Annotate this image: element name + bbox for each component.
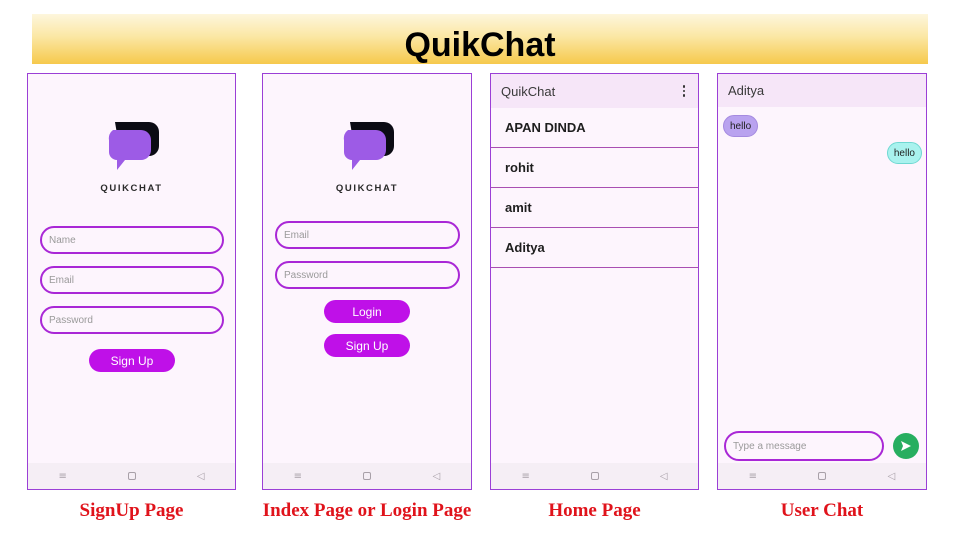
password-placeholder: Password bbox=[284, 269, 328, 281]
system-navbar: ≡ ◁ bbox=[718, 463, 926, 489]
contact-name: Aditya bbox=[728, 83, 765, 98]
nav-menu-icon[interactable]: ≡ bbox=[521, 471, 529, 482]
nav-back-icon[interactable]: ◁ bbox=[660, 471, 668, 482]
incoming-message-text: hello bbox=[730, 120, 752, 132]
name-field[interactable]: Name bbox=[40, 226, 224, 254]
home-caption: Home Page bbox=[548, 500, 641, 521]
signup-screen: QUIKCHAT Name Email Password Sign Up ≡ ◁ bbox=[27, 73, 236, 490]
user-name: rohit bbox=[505, 160, 534, 175]
outgoing-message-text: hello bbox=[893, 147, 915, 159]
outgoing-message: hello bbox=[886, 142, 922, 164]
home-screen: QuikChat APAN DINDA rohit amit Aditya ≡ … bbox=[490, 73, 699, 490]
logo-wordmark: QUIKCHAT bbox=[335, 183, 399, 194]
password-placeholder: Password bbox=[49, 314, 93, 326]
chat-bubbles-icon bbox=[343, 122, 394, 170]
nav-menu-icon[interactable]: ≡ bbox=[58, 471, 66, 482]
app-bar: QuikChat bbox=[491, 74, 698, 108]
email-placeholder: Email bbox=[284, 229, 310, 241]
send-icon bbox=[901, 441, 911, 451]
signup-button[interactable]: Sign Up bbox=[89, 349, 175, 372]
system-navbar: ≡ ◁ bbox=[491, 463, 698, 489]
chat-caption: User Chat bbox=[780, 500, 864, 521]
title-banner: QuikChat bbox=[32, 14, 928, 64]
password-field[interactable]: Password bbox=[40, 306, 224, 334]
chat-bubbles-icon bbox=[108, 122, 159, 170]
nav-back-icon[interactable]: ◁ bbox=[433, 471, 441, 482]
email-field[interactable]: Email bbox=[40, 266, 224, 294]
nav-home-icon[interactable] bbox=[363, 472, 372, 480]
password-field[interactable]: Password bbox=[275, 261, 460, 289]
page-title: QuikChat bbox=[404, 26, 556, 64]
logo-wordmark: QUIKCHAT bbox=[100, 183, 163, 194]
user-list-item[interactable]: APAN DINDA bbox=[491, 108, 698, 148]
incoming-message: hello bbox=[723, 115, 759, 137]
send-button[interactable] bbox=[893, 433, 919, 459]
message-placeholder: Type a message bbox=[733, 440, 807, 452]
nav-back-icon[interactable]: ◁ bbox=[197, 471, 205, 482]
login-button[interactable]: Login bbox=[324, 300, 410, 323]
nav-home-icon[interactable] bbox=[818, 472, 827, 480]
email-field[interactable]: Email bbox=[275, 221, 460, 249]
user-list-item[interactable]: rohit bbox=[491, 148, 698, 188]
login-screen: QUIKCHAT Email Password Login Sign Up ≡ … bbox=[262, 73, 472, 490]
nav-home-icon[interactable] bbox=[590, 472, 599, 480]
system-navbar: ≡ ◁ bbox=[263, 463, 471, 489]
nav-menu-icon[interactable]: ≡ bbox=[749, 471, 757, 482]
signup-button[interactable]: Sign Up bbox=[324, 334, 410, 357]
nav-home-icon[interactable] bbox=[127, 472, 136, 480]
user-name: amit bbox=[505, 200, 532, 215]
name-placeholder: Name bbox=[49, 234, 76, 246]
nav-menu-icon[interactable]: ≡ bbox=[294, 471, 302, 482]
user-name: APAN DINDA bbox=[505, 120, 586, 135]
nav-back-icon[interactable]: ◁ bbox=[888, 471, 896, 482]
chat-screen: Aditya hello hello Type a message ≡ ◁ bbox=[717, 73, 927, 490]
user-name: Aditya bbox=[505, 240, 545, 255]
signup-caption: SignUp Page bbox=[79, 500, 184, 521]
user-list-item[interactable]: Aditya bbox=[491, 228, 698, 268]
more-vert-icon[interactable] bbox=[680, 85, 688, 97]
app-bar-title: QuikChat bbox=[501, 83, 556, 99]
message-input[interactable]: Type a message bbox=[724, 431, 884, 461]
login-caption: Index Page or Login Page bbox=[262, 500, 472, 521]
email-placeholder: Email bbox=[49, 274, 75, 286]
user-list-item[interactable]: amit bbox=[491, 188, 698, 228]
chat-header: Aditya bbox=[718, 74, 926, 107]
system-navbar: ≡ ◁ bbox=[28, 463, 235, 489]
